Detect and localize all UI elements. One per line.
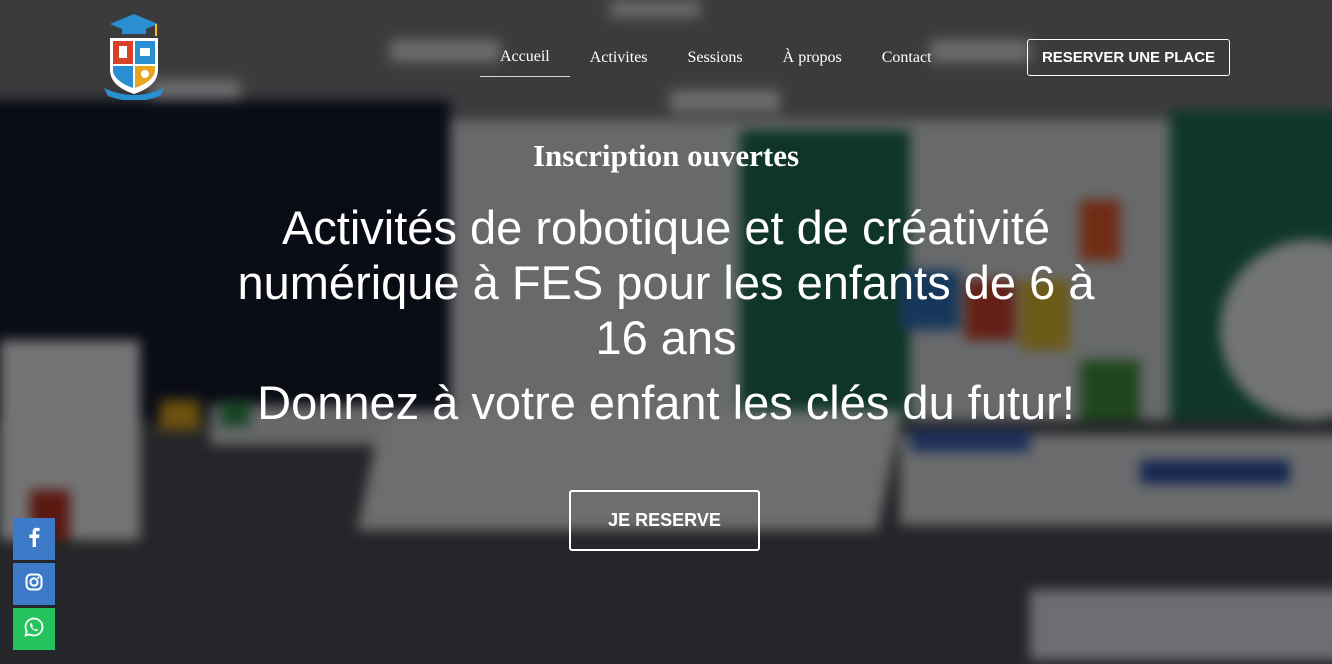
hero-subtitle: Inscription ouvertes bbox=[532, 138, 800, 173]
social-bar bbox=[13, 518, 55, 653]
nav-item-activites[interactable]: Activites bbox=[570, 39, 668, 77]
hero-section: Accueil Activites Sessions À propos Cont… bbox=[0, 0, 1332, 664]
hero-headline: Activités de robotique et de créativité … bbox=[237, 201, 1095, 364]
instagram-button[interactable] bbox=[13, 563, 55, 605]
facebook-icon bbox=[27, 527, 41, 552]
je-reserve-button[interactable]: JE RESERVE bbox=[569, 490, 760, 551]
nav-item-a-propos[interactable]: À propos bbox=[763, 39, 862, 77]
site-logo[interactable] bbox=[100, 12, 168, 101]
nav-item-contact[interactable]: Contact bbox=[862, 39, 952, 77]
nav-item-accueil[interactable]: Accueil bbox=[480, 39, 570, 77]
nav-item-sessions[interactable]: Sessions bbox=[668, 39, 763, 77]
hero-tagline: Donnez à votre enfant les clés du futur! bbox=[257, 376, 1075, 429]
facebook-button[interactable] bbox=[13, 518, 55, 560]
reserve-place-button[interactable]: RESERVER UNE PLACE bbox=[1027, 39, 1230, 76]
whatsapp-button[interactable] bbox=[13, 608, 55, 650]
instagram-icon bbox=[25, 573, 43, 596]
main-nav: Accueil Activites Sessions À propos Cont… bbox=[480, 38, 952, 78]
whatsapp-icon bbox=[24, 617, 44, 642]
